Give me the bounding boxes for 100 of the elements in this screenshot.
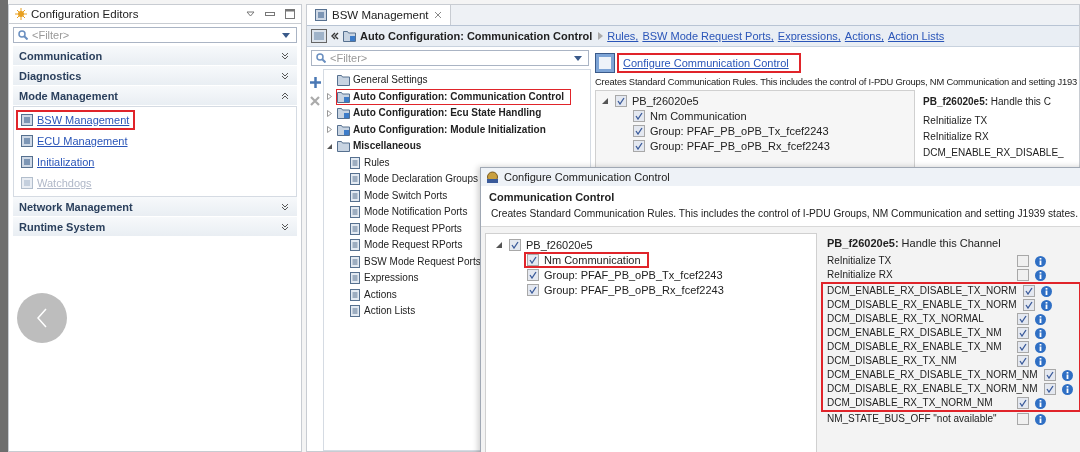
tree-item[interactable]: Mode Declaration Groups — [364, 173, 478, 186]
tree-item-label: Nm Communication — [650, 109, 747, 122]
info-icon[interactable] — [1035, 341, 1046, 353]
tree-item[interactable]: Actions — [364, 288, 397, 301]
checkbox[interactable] — [1017, 313, 1029, 325]
expanded-arrow-icon[interactable] — [326, 142, 333, 150]
checkbox[interactable] — [1017, 355, 1029, 367]
tree-item[interactable]: Rules — [364, 156, 390, 169]
tree-item[interactable]: Mode Request PPorts — [364, 222, 462, 235]
checkbox[interactable] — [1017, 327, 1029, 339]
option-label: DCM_DISABLE_RX_ENABLE_TX_NM — [827, 341, 1003, 353]
checkbox[interactable] — [509, 238, 521, 251]
collapsed-arrow-icon[interactable] — [326, 93, 333, 101]
info-icon[interactable] — [1061, 369, 1073, 381]
double-chevron-icon[interactable] — [331, 32, 339, 40]
checkbox[interactable] — [527, 268, 539, 281]
info-icon[interactable] — [1035, 355, 1046, 367]
breadcrumb-link[interactable]: Action Lists — [887, 30, 945, 42]
checkbox[interactable] — [1017, 413, 1029, 425]
view-menu-icon[interactable] — [246, 11, 255, 17]
section-header[interactable]: Communication — [13, 46, 297, 66]
wizard-link[interactable]: Configure Communication Control — [617, 53, 801, 73]
option-label: ReInitialize TX — [923, 115, 989, 128]
dropdown-icon[interactable] — [574, 55, 582, 61]
document-icon — [349, 156, 361, 169]
checkbox[interactable] — [633, 109, 645, 122]
window-icon[interactable] — [311, 29, 327, 43]
add-icon[interactable] — [309, 77, 321, 88]
filter-box[interactable]: <Filter> — [311, 50, 589, 66]
dropdown-icon[interactable] — [282, 32, 290, 38]
editor-tab[interactable]: BSW Management — [307, 5, 451, 25]
checkbox[interactable] — [527, 253, 539, 266]
module-icon — [21, 177, 33, 189]
tree-item[interactable]: Auto Configuration: Module Initialization — [353, 123, 546, 136]
filter-field[interactable]: <Filter> — [32, 29, 278, 41]
tree-item[interactable]: General Settings — [353, 74, 428, 87]
tree-item[interactable]: Auto Configuration: Ecu State Handling — [353, 107, 542, 120]
options-heading: PB_f26020e5: Handle this Channel — [827, 237, 1002, 249]
checkbox[interactable] — [1022, 285, 1035, 297]
tree-item[interactable]: Mode Request RPorts — [364, 239, 463, 252]
maximize-icon[interactable] — [285, 9, 295, 19]
info-icon[interactable] — [1061, 383, 1073, 395]
collapsed-arrow-icon[interactable] — [326, 109, 333, 117]
panel-title[interactable]: Configuration Editors — [31, 8, 139, 20]
info-icon[interactable] — [1035, 327, 1046, 339]
section-header[interactable]: Mode Management — [13, 86, 297, 106]
tree-item[interactable]: Action Lists — [364, 305, 416, 318]
checkbox[interactable] — [1043, 383, 1056, 395]
checkbox[interactable] — [1017, 397, 1029, 409]
checkbox[interactable] — [633, 124, 645, 137]
breadcrumb-link[interactable]: BSW Mode Request Ports, — [642, 30, 774, 42]
info-icon[interactable] — [1040, 299, 1052, 311]
tree-item-label: PB_f26020e5 — [526, 238, 593, 251]
info-icon[interactable] — [1035, 313, 1046, 325]
breadcrumb-link[interactable]: Expressions, — [777, 30, 841, 42]
tree-item[interactable]: Mode Switch Ports — [364, 189, 448, 202]
filter-box[interactable]: <Filter> — [13, 27, 297, 43]
info-icon[interactable] — [1035, 397, 1046, 409]
tree-item[interactable]: Miscellaneous — [353, 140, 422, 153]
checkbox[interactable] — [1017, 255, 1029, 267]
expanded-arrow-icon[interactable] — [602, 97, 608, 104]
info-icon[interactable] — [1035, 255, 1046, 267]
editor-link[interactable]: Initialization — [37, 156, 95, 168]
tree-item[interactable]: BSW Mode Request Ports — [364, 255, 481, 268]
sun-icon — [15, 8, 27, 20]
checkbox[interactable] — [527, 283, 539, 296]
checkbox[interactable] — [1022, 299, 1035, 311]
tree-item[interactable]: Mode Notification Ports — [364, 206, 468, 219]
option-label: ReInitialize RX — [827, 269, 894, 281]
close-icon[interactable] — [433, 11, 442, 19]
folder-icon — [337, 123, 350, 136]
filter-field[interactable]: <Filter> — [330, 52, 570, 64]
expanded-arrow-icon[interactable] — [496, 241, 502, 248]
info-icon[interactable] — [1035, 413, 1046, 425]
checkbox[interactable] — [615, 94, 627, 107]
option-label: DCM_ENABLE_RX_DISABLE_ — [923, 147, 1064, 160]
breadcrumb-current: Auto Configuration: Communication Control — [360, 30, 593, 42]
section-header[interactable]: Network Management — [13, 197, 297, 217]
option-label: NM_STATE_BUS_OFF "not available" — [827, 413, 998, 425]
section-header[interactable]: Runtime System — [13, 217, 297, 237]
tree-item-label: PB_f26020e5 — [632, 94, 699, 107]
collapsed-arrow-icon[interactable] — [326, 126, 333, 134]
section-header[interactable]: Diagnostics — [13, 66, 297, 86]
document-icon — [349, 288, 361, 301]
dialog-title: Configure Communication Control — [504, 171, 670, 183]
breadcrumb-link[interactable]: Rules, — [607, 30, 639, 42]
breadcrumb-link[interactable]: Actions, — [844, 30, 884, 42]
info-icon[interactable] — [1040, 285, 1052, 297]
checkbox[interactable] — [1043, 369, 1056, 381]
checkbox[interactable] — [633, 139, 645, 152]
checkbox[interactable] — [1017, 269, 1029, 281]
tree-item[interactable]: Expressions — [364, 272, 419, 285]
search-icon — [18, 30, 28, 40]
document-icon — [349, 255, 361, 268]
editor-link[interactable]: ECU Management — [37, 135, 128, 147]
module-icon — [21, 135, 33, 147]
checkbox[interactable] — [1017, 341, 1029, 353]
module-icon — [21, 114, 33, 126]
info-icon[interactable] — [1035, 269, 1046, 281]
minimize-icon[interactable] — [265, 12, 275, 16]
